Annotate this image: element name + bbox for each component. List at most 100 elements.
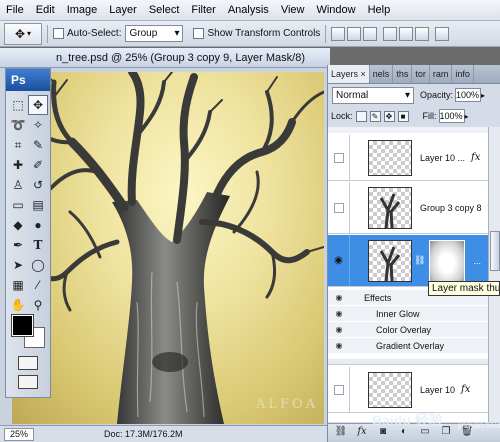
healing-brush-tool-icon[interactable]: ✚: [8, 155, 28, 175]
layer-name: ...: [473, 255, 481, 266]
align-bottom-icon[interactable]: [363, 26, 378, 41]
document-title[interactable]: n_tree.psd @ 25% (Group 3 copy 9, Layer …: [0, 48, 330, 68]
menu-edit[interactable]: Edit: [30, 0, 61, 21]
layer-thumbnail[interactable]: [368, 371, 412, 408]
auto-select-value: Group: [129, 28, 158, 39]
layer-thumbnail[interactable]: [368, 186, 412, 229]
visibility-toggle[interactable]: [328, 135, 350, 180]
show-transform-checkbox[interactable]: [193, 28, 205, 39]
quick-mask-icon[interactable]: [18, 356, 38, 370]
screen-mode-icon[interactable]: [18, 375, 38, 389]
tooltip: Layer mask thumbnail: [428, 281, 500, 296]
eraser-tool-icon[interactable]: ▭: [8, 195, 28, 215]
auto-select-checkbox[interactable]: [53, 28, 64, 39]
foreground-color-swatch[interactable]: [11, 314, 34, 337]
clone-stamp-tool-icon[interactable]: ♙: [8, 175, 28, 195]
pen-tool-icon[interactable]: ✒: [8, 235, 28, 255]
visibility-toggle[interactable]: [328, 367, 350, 412]
fx-icon[interactable]: fx: [461, 384, 470, 395]
tool-preset-picker[interactable]: ✥ ▾: [4, 22, 42, 45]
effect-item[interactable]: ◉ Gradient Overlay: [328, 338, 488, 353]
tab-paths[interactable]: ths: [393, 65, 413, 83]
brush-tool-icon[interactable]: ✐: [28, 155, 48, 175]
effect-item[interactable]: ◉ Color Overlay: [328, 322, 488, 337]
auto-select-dropdown[interactable]: Group ▾: [125, 25, 184, 42]
eye-icon[interactable]: ◉: [328, 309, 350, 318]
eye-icon[interactable]: ◉: [328, 325, 350, 334]
move-tool-icon[interactable]: ✥: [28, 95, 48, 115]
eyedropper-icon[interactable]: ⁄: [28, 275, 48, 295]
fill-field[interactable]: 100%: [438, 109, 465, 123]
chevron-right-icon[interactable]: ▸: [465, 112, 469, 121]
link-icon[interactable]: ⛓: [414, 255, 425, 266]
tab-channels[interactable]: nels: [370, 65, 394, 83]
menu-analysis[interactable]: Analysis: [222, 0, 275, 21]
align-top-icon[interactable]: [331, 26, 346, 41]
dodge-tool-icon[interactable]: ●: [28, 215, 48, 235]
menu-help[interactable]: Help: [362, 0, 397, 21]
hand-tool-icon[interactable]: ✋: [8, 295, 28, 315]
notes-tool-icon[interactable]: ▦: [8, 275, 28, 295]
visibility-toggle[interactable]: [328, 182, 350, 233]
menu-window[interactable]: Window: [310, 0, 361, 21]
marquee-tool-icon[interactable]: ⬚: [8, 95, 28, 115]
eyedropper-tool-icon[interactable]: ✎: [28, 135, 48, 155]
align-left-icon[interactable]: [383, 26, 398, 41]
lock-pixels-icon[interactable]: ✎: [369, 110, 381, 122]
layer-row-selected[interactable]: ◉ ⛓ ...: [328, 235, 488, 287]
fx-icon[interactable]: fx: [471, 152, 480, 163]
site-watermark-url: jingyan.baidu.com: [458, 421, 500, 430]
magic-wand-tool-icon[interactable]: ✧: [28, 115, 48, 135]
divider: [47, 24, 48, 43]
canvas[interactable]: ALFOA: [12, 72, 324, 424]
align-hcenter-icon[interactable]: [399, 26, 414, 41]
lock-position-icon[interactable]: ✥: [383, 110, 395, 122]
visibility-toggle[interactable]: ◉: [328, 235, 350, 286]
lasso-tool-icon[interactable]: ➰: [8, 115, 28, 135]
eye-icon[interactable]: ◉: [328, 293, 350, 302]
layer-row[interactable]: Group 3 copy 8: [328, 182, 488, 234]
history-brush-tool-icon[interactable]: ↺: [28, 175, 48, 195]
lock-transparency-icon[interactable]: [355, 110, 367, 122]
close-icon[interactable]: ×: [361, 69, 366, 79]
eye-icon[interactable]: ◉: [328, 341, 350, 350]
tab-histogram[interactable]: ram: [430, 65, 453, 83]
menu-file[interactable]: File: [0, 0, 30, 21]
layer-mask-thumbnail[interactable]: [429, 239, 466, 282]
gradient-tool-icon[interactable]: ▤: [28, 195, 48, 215]
lock-all-icon[interactable]: ■: [397, 110, 409, 122]
blur-tool-icon[interactable]: ◆: [8, 215, 28, 235]
menu-filter[interactable]: Filter: [185, 0, 221, 21]
chevron-right-icon[interactable]: ▸: [481, 91, 485, 100]
doc-size-readout[interactable]: Doc: 17.3M/176.2M: [104, 429, 183, 439]
scrollbar-thumb[interactable]: [490, 231, 500, 271]
zoom-tool-icon[interactable]: ⚲: [28, 295, 48, 315]
layer-row[interactable]: Layer 10 ... fx: [328, 135, 488, 181]
menu-layer[interactable]: Layer: [103, 0, 143, 21]
layer-row[interactable]: Layer 10 fx: [328, 367, 488, 413]
zoom-field[interactable]: 25%: [4, 427, 34, 441]
type-tool-icon[interactable]: T: [28, 235, 48, 255]
site-watermark: Baidu 经验: [372, 412, 443, 428]
tab-info[interactable]: info: [452, 65, 474, 83]
menu-image[interactable]: Image: [61, 0, 104, 21]
align-vcenter-icon[interactable]: [347, 26, 362, 41]
fx-icon[interactable]: fx: [354, 426, 370, 440]
layers-scrollbar[interactable]: [488, 127, 500, 422]
link-layers-icon[interactable]: ⛓: [333, 426, 349, 440]
layer-thumbnail[interactable]: [368, 239, 412, 282]
opacity-field[interactable]: 100%: [455, 88, 482, 102]
blend-mode-dropdown[interactable]: Normal ▾: [332, 86, 414, 104]
layer-thumbnail[interactable]: [368, 139, 412, 176]
tab-layers[interactable]: Layers ×: [328, 65, 370, 83]
divider: [325, 24, 327, 43]
shape-tool-icon[interactable]: ◯: [28, 255, 48, 275]
align-right-icon[interactable]: [415, 26, 430, 41]
path-selection-tool-icon[interactable]: ➤: [8, 255, 28, 275]
menu-select[interactable]: Select: [143, 0, 186, 21]
effect-item[interactable]: ◉ Inner Glow: [328, 306, 488, 321]
crop-tool-icon[interactable]: ⌗: [8, 135, 28, 155]
menu-view[interactable]: View: [275, 0, 311, 21]
tab-navigator[interactable]: tor: [412, 65, 430, 83]
distribute-top-icon[interactable]: [435, 26, 450, 41]
